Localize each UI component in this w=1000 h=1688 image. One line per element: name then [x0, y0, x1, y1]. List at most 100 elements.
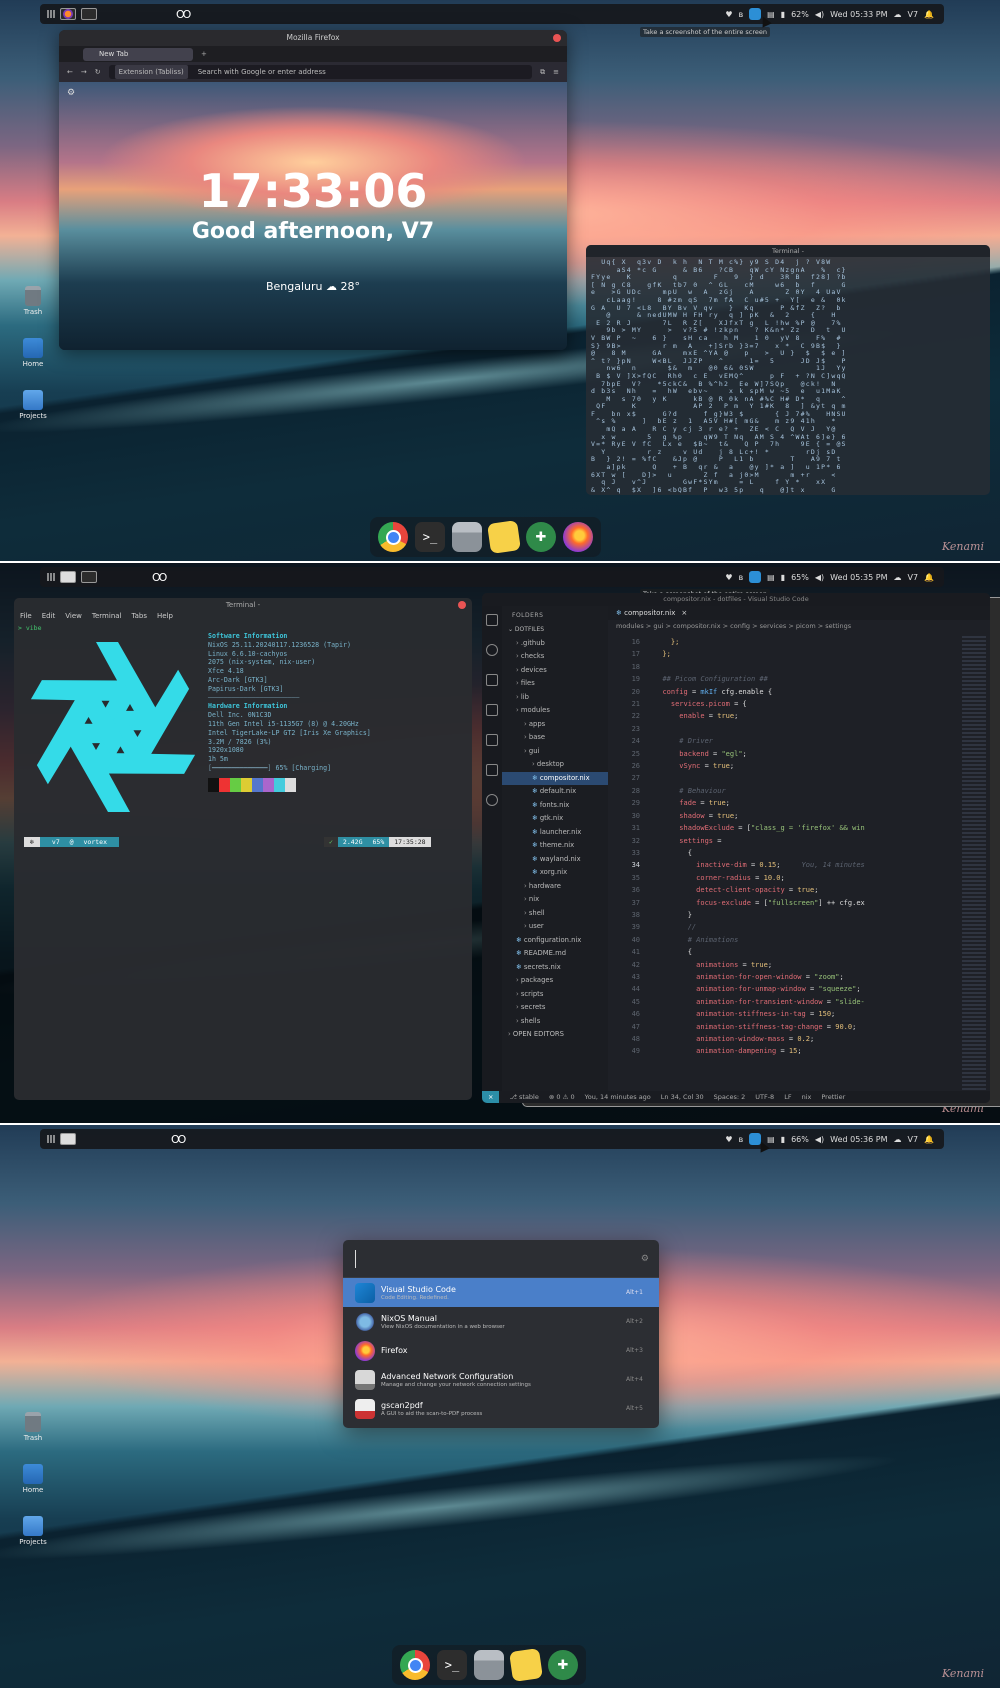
tree-item[interactable]: › lib [502, 691, 608, 705]
dock-chrome-icon[interactable] [378, 522, 408, 552]
tree-item[interactable]: › files [502, 677, 608, 691]
notification-icon[interactable]: ♥ [725, 10, 732, 19]
dock-files-icon[interactable] [474, 1650, 504, 1680]
tree-item[interactable]: › base [502, 731, 608, 745]
github-icon[interactable] [486, 794, 498, 806]
tree-item[interactable]: › secrets [502, 1001, 608, 1015]
remote-indicator-icon[interactable]: ⨯ [482, 1091, 500, 1103]
taskbar-terminal[interactable] [60, 571, 76, 583]
tree-item[interactable]: ❄ theme.nix [502, 839, 608, 853]
problems-indicator[interactable]: ⊗ 0 ⚠ 0 [549, 1091, 575, 1103]
menu-terminal[interactable]: Terminal [92, 612, 122, 624]
dock-settings-icon[interactable]: ✚ [526, 522, 556, 552]
extensions-icon[interactable]: ⧉ [540, 68, 545, 77]
menu-help[interactable]: Help [157, 612, 173, 624]
close-icon[interactable] [553, 34, 561, 42]
user-menu[interactable]: V7 [907, 10, 918, 19]
desktop-icon-projects[interactable]: Projects [14, 1516, 52, 1546]
tree-root[interactable]: ⌄ DOTFILES [502, 623, 608, 637]
user-menu[interactable]: V7 [907, 573, 918, 582]
dock-terminal-icon[interactable]: >_ [437, 1650, 467, 1680]
clock[interactable]: Wed 05:35 PM [830, 573, 887, 582]
workspace-indicator[interactable]: OO [152, 571, 167, 584]
tree-item[interactable]: › shells [502, 1015, 608, 1029]
back-icon[interactable]: ← [67, 68, 73, 76]
terminal-titlebar[interactable]: Terminal - [586, 245, 990, 257]
eol[interactable]: LF [784, 1091, 791, 1103]
desktop-icon-projects[interactable]: Projects [14, 390, 52, 420]
menu-edit[interactable]: Edit [42, 612, 56, 624]
tree-item[interactable]: › user [502, 920, 608, 934]
tree-item[interactable]: › OPEN EDITORS [502, 1028, 608, 1042]
tree-item[interactable]: ❄ secrets.nix [502, 961, 608, 975]
new-tab-icon[interactable]: + [201, 50, 207, 58]
extension-badge[interactable]: Extension (Tabliss) [114, 65, 188, 79]
user-menu[interactable]: V7 [907, 1135, 918, 1144]
dock-files-icon[interactable] [452, 522, 482, 552]
formatter-status[interactable]: Prettier [821, 1091, 845, 1103]
tree-item[interactable]: › scripts [502, 988, 608, 1002]
clock[interactable]: Wed 05:33 PM [830, 10, 887, 19]
desktop-icon-home[interactable]: Home [14, 338, 52, 368]
taskbar-window[interactable] [81, 571, 97, 583]
close-tab-icon[interactable]: × [681, 609, 687, 617]
dock-terminal-icon[interactable]: >_ [415, 522, 445, 552]
dock-notes-icon[interactable] [509, 1648, 543, 1682]
launcher-item-firefox[interactable]: Firefox Alt+3 [343, 1336, 659, 1365]
breadcrumb[interactable]: modules > gui > compositor.nix > config … [608, 620, 990, 632]
blame-status[interactable]: You, 14 minutes ago [585, 1091, 651, 1103]
desktop-icon-trash[interactable]: Trash [14, 286, 52, 316]
indentation[interactable]: Spaces: 2 [714, 1091, 746, 1103]
tree-item[interactable]: › apps [502, 718, 608, 732]
language-mode[interactable]: nix [802, 1091, 812, 1103]
tree-item[interactable]: › checks [502, 650, 608, 664]
tree-item[interactable]: › .github [502, 637, 608, 651]
terminal-titlebar[interactable]: Terminal - [14, 598, 472, 612]
extensions-icon[interactable] [486, 734, 498, 746]
tree-item[interactable]: ❄ configuration.nix [502, 934, 608, 948]
remote-icon[interactable] [486, 764, 498, 776]
tree-item[interactable]: › hardware [502, 880, 608, 894]
apps-menu-icon[interactable] [47, 10, 55, 18]
dock-firefox-icon[interactable] [563, 522, 593, 552]
tree-item[interactable]: ❄ default.nix [502, 785, 608, 799]
bluetooth-icon[interactable]: ʙ [738, 573, 743, 582]
volume-icon[interactable]: ◀) [815, 10, 824, 19]
taskbar-firefox[interactable] [60, 8, 76, 20]
tree-item[interactable]: ❄ xorg.nix [502, 866, 608, 880]
menu-view[interactable]: View [65, 612, 82, 624]
tree-item[interactable]: ❄ README.md [502, 947, 608, 961]
run-debug-icon[interactable] [486, 704, 498, 716]
bell-icon[interactable]: 🔔 [924, 1135, 934, 1144]
bluetooth-icon[interactable]: ʙ [738, 10, 743, 19]
gear-icon[interactable]: ⚙ [641, 1254, 649, 1264]
tree-item[interactable]: › desktop [502, 758, 608, 772]
menu-tabs[interactable]: Tabs [132, 612, 148, 624]
tree-item[interactable]: › gui [502, 745, 608, 759]
taskbar-window[interactable] [60, 1133, 76, 1145]
notification-icon[interactable]: ♥ [725, 573, 732, 582]
bell-icon[interactable]: 🔔 [924, 573, 934, 582]
tree-item[interactable]: ❄ compositor.nix [502, 771, 608, 785]
tree-item[interactable]: ❄ launcher.nix [502, 826, 608, 840]
taskbar-terminal[interactable] [81, 8, 97, 20]
tree-item[interactable]: ❄ fonts.nix [502, 799, 608, 813]
bell-icon[interactable]: 🔔 [924, 10, 934, 19]
branch-indicator[interactable]: ⎇ stable [509, 1091, 538, 1103]
source-control-icon[interactable] [486, 674, 498, 686]
search-icon[interactable] [486, 644, 498, 656]
tree-item[interactable]: › packages [502, 974, 608, 988]
dock-settings-icon[interactable]: ✚ [548, 1650, 578, 1680]
clipboard-icon[interactable]: ▤ [767, 1135, 775, 1144]
notification-icon[interactable]: ♥ [725, 1135, 732, 1144]
minimap[interactable] [962, 636, 986, 1091]
tab-new-tab[interactable]: New Tab [83, 47, 193, 61]
bluetooth-icon[interactable]: ʙ [738, 1135, 743, 1144]
workspace-indicator[interactable]: OO [176, 8, 191, 21]
tree-item[interactable]: › devices [502, 664, 608, 678]
cursor-position[interactable]: Ln 34, Col 30 [661, 1091, 704, 1103]
dock-notes-icon[interactable] [487, 520, 521, 554]
apps-menu-icon[interactable] [47, 573, 55, 581]
clipboard-icon[interactable]: ▤ [767, 573, 775, 582]
launcher-item-network-config[interactable]: Advanced Network Configuration Manage and… [343, 1365, 659, 1394]
